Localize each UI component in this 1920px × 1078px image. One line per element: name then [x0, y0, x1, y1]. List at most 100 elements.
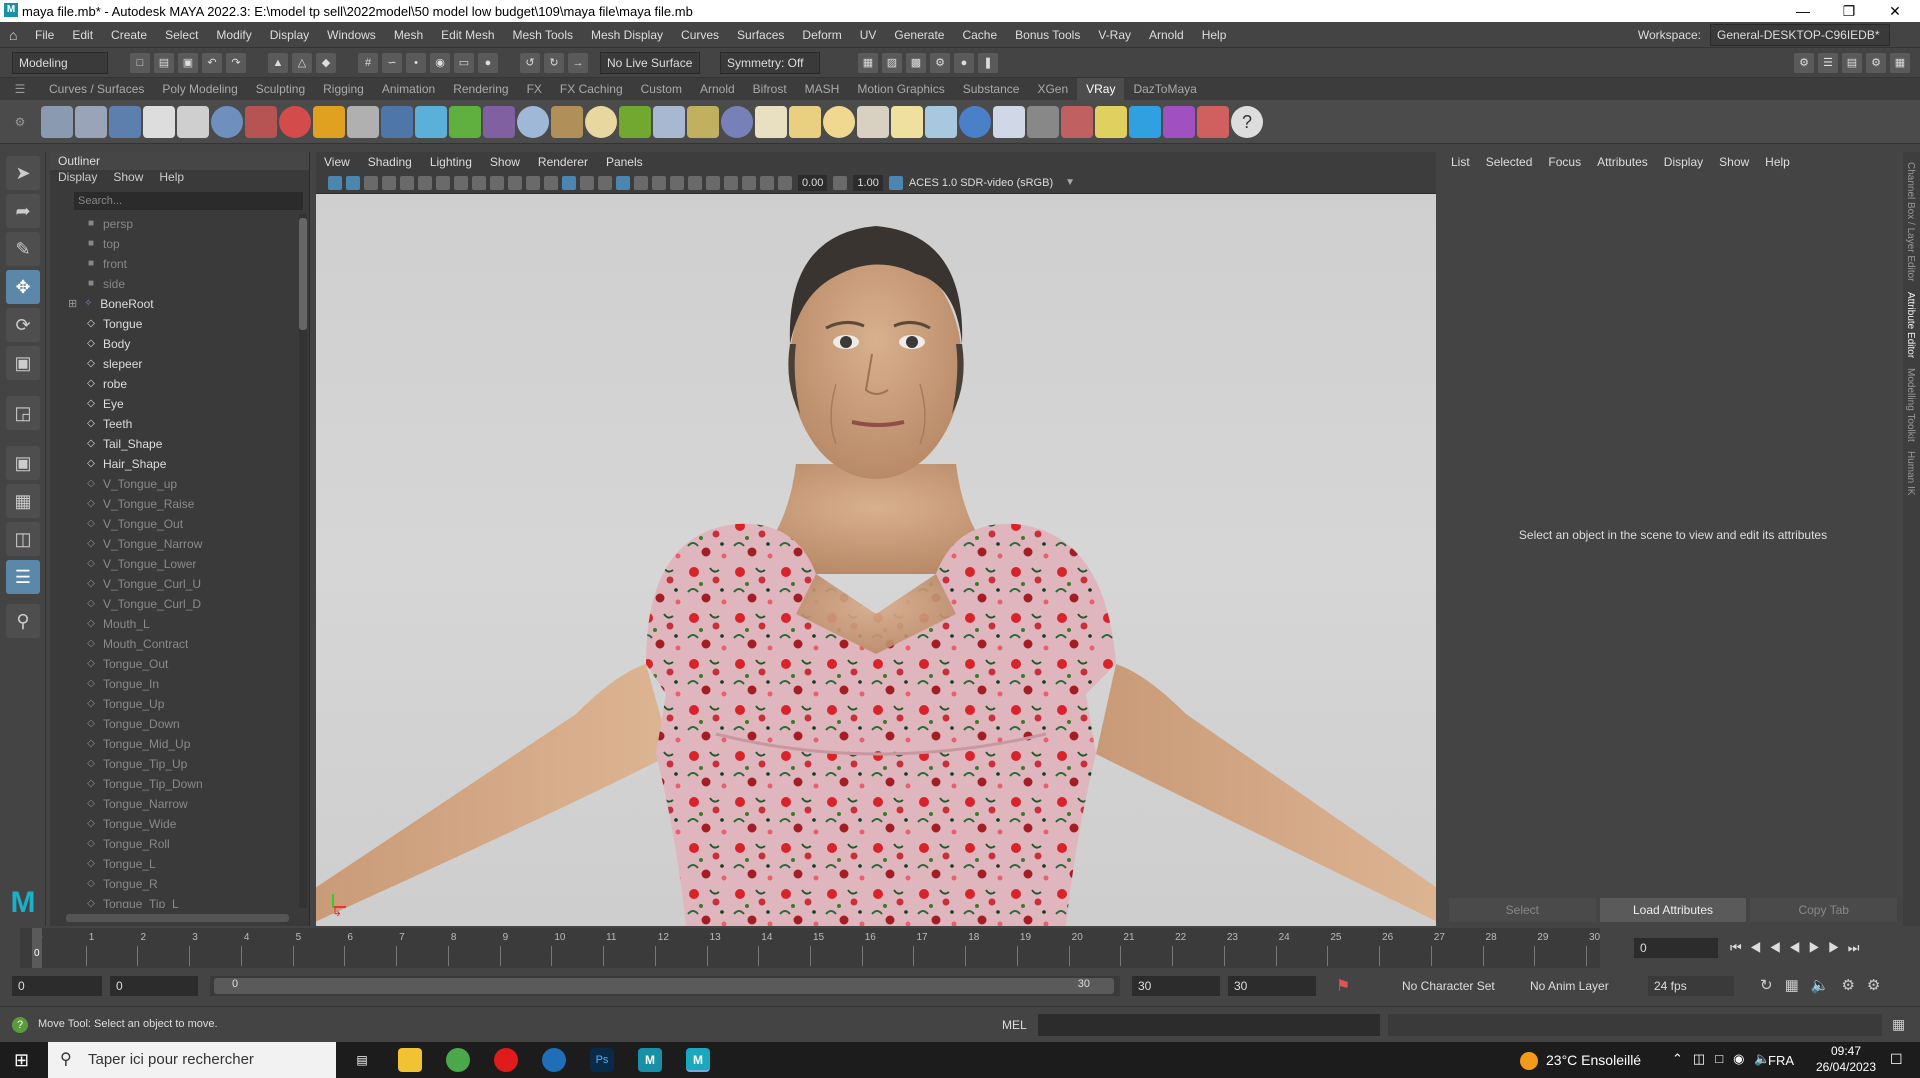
shelf-menu-icon[interactable]: ☰: [0, 82, 40, 96]
end-time-field[interactable]: 30: [1228, 976, 1316, 996]
outliner-item-tongue-tip-down[interactable]: ◇ Tongue_Tip_Down: [50, 774, 299, 794]
paint-select-tool-icon[interactable]: ✎: [6, 232, 40, 266]
vray-dome-icon[interactable]: [755, 105, 787, 138]
live-surface-field[interactable]: No Live Surface: [600, 51, 700, 74]
shelf-tab-daztomaya[interactable]: DazToMaya: [1124, 78, 1205, 100]
outliner-item-slepeer[interactable]: ◇ slepeer: [50, 354, 299, 374]
viewport-menu-show[interactable]: Show: [490, 155, 520, 169]
outliner-menu-help[interactable]: Help: [159, 170, 184, 188]
history-icon[interactable]: ↺: [520, 52, 540, 73]
side-tab-attribute-editor[interactable]: Attribute Editor: [1905, 292, 1916, 358]
hypershade-icon[interactable]: ●: [954, 52, 974, 73]
sound-icon[interactable]: 🔈: [1811, 977, 1842, 994]
step-back-frame-icon[interactable]: ◀: [1769, 940, 1789, 955]
play-back-icon[interactable]: ◀: [1789, 940, 1809, 955]
outliner-item-tongue-l[interactable]: ◇ Tongue_L: [50, 854, 299, 874]
menu-mesh[interactable]: Mesh: [385, 22, 432, 48]
vray-ipr-icon[interactable]: [109, 105, 141, 138]
outliner-item-top[interactable]: ■ top: [50, 234, 299, 254]
menu-windows[interactable]: Windows: [318, 22, 385, 48]
snap-grid-icon[interactable]: #: [358, 52, 378, 73]
vray-shader-ball-icon[interactable]: [279, 105, 311, 138]
menu-arnold[interactable]: Arnold: [1140, 22, 1193, 48]
copy-tab-button[interactable]: Copy Tab: [1750, 898, 1898, 922]
snap-point-icon[interactable]: •: [406, 52, 426, 73]
menu-edit-mesh[interactable]: Edit Mesh: [432, 22, 503, 48]
wireframe-icon[interactable]: [544, 175, 558, 190]
menu-vray[interactable]: V-Ray: [1089, 22, 1140, 48]
photoshop-icon[interactable]: Ps: [590, 1048, 614, 1072]
shelf-tab-fx[interactable]: FX: [518, 78, 551, 100]
safe-action-icon[interactable]: [526, 175, 540, 190]
attr-menu-help[interactable]: Help: [1765, 155, 1790, 169]
camera-select-icon[interactable]: [328, 175, 342, 190]
outliner-scroll-thumb[interactable]: [299, 218, 307, 330]
menu-file[interactable]: File: [26, 22, 63, 48]
maya-taskbar-icon-2[interactable]: M: [686, 1048, 710, 1072]
xray-joints-icon[interactable]: [760, 175, 774, 190]
exposure-field[interactable]: 0.00: [798, 174, 828, 191]
field-chart-icon[interactable]: [508, 175, 522, 190]
outliner-item-boneroot[interactable]: ⊞ ✧ BoneRoot: [50, 294, 299, 314]
minimize-button[interactable]: —: [1780, 0, 1826, 22]
vray-dome-light-icon[interactable]: [517, 105, 549, 138]
help-icon[interactable]: ?: [1231, 105, 1263, 138]
xray-icon[interactable]: [742, 175, 756, 190]
input-ops-icon[interactable]: ↻: [544, 52, 564, 73]
vray-fur-icon[interactable]: [483, 105, 515, 138]
vray-sphere-light-icon[interactable]: [721, 105, 753, 138]
menu-edit[interactable]: Edit: [63, 22, 102, 48]
outliner-item-v-tongue-raise[interactable]: ◇ V_Tongue_Raise: [50, 494, 299, 514]
vray-checker-icon[interactable]: [1027, 105, 1059, 138]
shelf-tab-rendering[interactable]: Rendering: [444, 78, 517, 100]
outliner-item-persp[interactable]: ■ persp: [50, 214, 299, 234]
tray-display-icon[interactable]: □: [1715, 1051, 1733, 1066]
vray-chaos-icon[interactable]: [1163, 105, 1195, 138]
go-to-start-icon[interactable]: ⏮: [1730, 940, 1750, 955]
vray-split-sphere-icon[interactable]: [993, 105, 1025, 138]
menu-mesh-tools[interactable]: Mesh Tools: [504, 22, 582, 48]
opera-icon[interactable]: [494, 1048, 518, 1072]
outliner-item-tongue-down[interactable]: ◇ Tongue_Down: [50, 714, 299, 734]
restore-button[interactable]: ❐: [1826, 0, 1872, 22]
taskbar-search-input[interactable]: ⚲ Taper ici pour rechercher: [48, 1042, 336, 1078]
menu-curves[interactable]: Curves: [672, 22, 728, 48]
vray-mesh-icon[interactable]: [347, 105, 379, 138]
tray-chevron-icon[interactable]: ⌃: [1672, 1051, 1693, 1066]
new-scene-icon[interactable]: □: [130, 52, 150, 73]
shelf-tab-substance[interactable]: Substance: [954, 78, 1029, 100]
vray-ies-light-icon[interactable]: [857, 105, 889, 138]
outliner-item-tongue-tip-l[interactable]: ◇ Tongue_Tip_L: [50, 894, 299, 908]
chevron-down-icon[interactable]: ▼: [1065, 177, 1075, 188]
current-frame-field[interactable]: 0: [1634, 938, 1718, 958]
render-view-icon[interactable]: ▦: [858, 52, 878, 73]
clock-date[interactable]: 26/04/2023: [1810, 1060, 1882, 1074]
vray-cloud-icon[interactable]: [1129, 105, 1161, 138]
shelf-tab-mash[interactable]: MASH: [796, 78, 849, 100]
menu-uv[interactable]: UV: [851, 22, 886, 48]
isolate-select-icon[interactable]: [724, 175, 738, 190]
outliner-item-tongue-roll[interactable]: ◇ Tongue_Roll: [50, 834, 299, 854]
side-tab-channel-box[interactable]: Channel Box / Layer Editor: [1905, 162, 1916, 282]
grid-icon[interactable]: [436, 175, 450, 190]
outliner-menu-show[interactable]: Show: [113, 170, 143, 188]
menu-set-dropdown[interactable]: Modeling: [12, 51, 108, 74]
vray-omni-light-icon[interactable]: [823, 105, 855, 138]
vray-vfb-icon[interactable]: [1061, 105, 1093, 138]
two-view-icon[interactable]: ◫: [6, 522, 40, 556]
shelf-tab-sculpting[interactable]: Sculpting: [247, 78, 314, 100]
outliner-search-input[interactable]: Search...: [74, 192, 303, 210]
viewport-3d-scene[interactable]: ↳: [316, 194, 1436, 926]
outliner-item-teeth[interactable]: ◇ Teeth: [50, 414, 299, 434]
outliner-item-tongue-narrow[interactable]: ◇ Tongue_Narrow: [50, 794, 299, 814]
vray-plane-icon[interactable]: [449, 105, 481, 138]
outliner-item-tongue-r[interactable]: ◇ Tongue_R: [50, 874, 299, 894]
outliner-item-tongue[interactable]: ◇ Tongue: [50, 314, 299, 334]
script-editor-icon[interactable]: ▦: [1892, 1016, 1905, 1033]
home-icon[interactable]: ⌂: [0, 22, 26, 48]
single-view-icon[interactable]: ▣: [6, 446, 40, 480]
load-attributes-button[interactable]: Load Attributes: [1599, 898, 1747, 922]
shelf-tab-motion-graphics[interactable]: Motion Graphics: [848, 78, 953, 100]
vray-document-icon[interactable]: [177, 105, 209, 138]
shelf-tab-poly-modeling[interactable]: Poly Modeling: [153, 78, 246, 100]
